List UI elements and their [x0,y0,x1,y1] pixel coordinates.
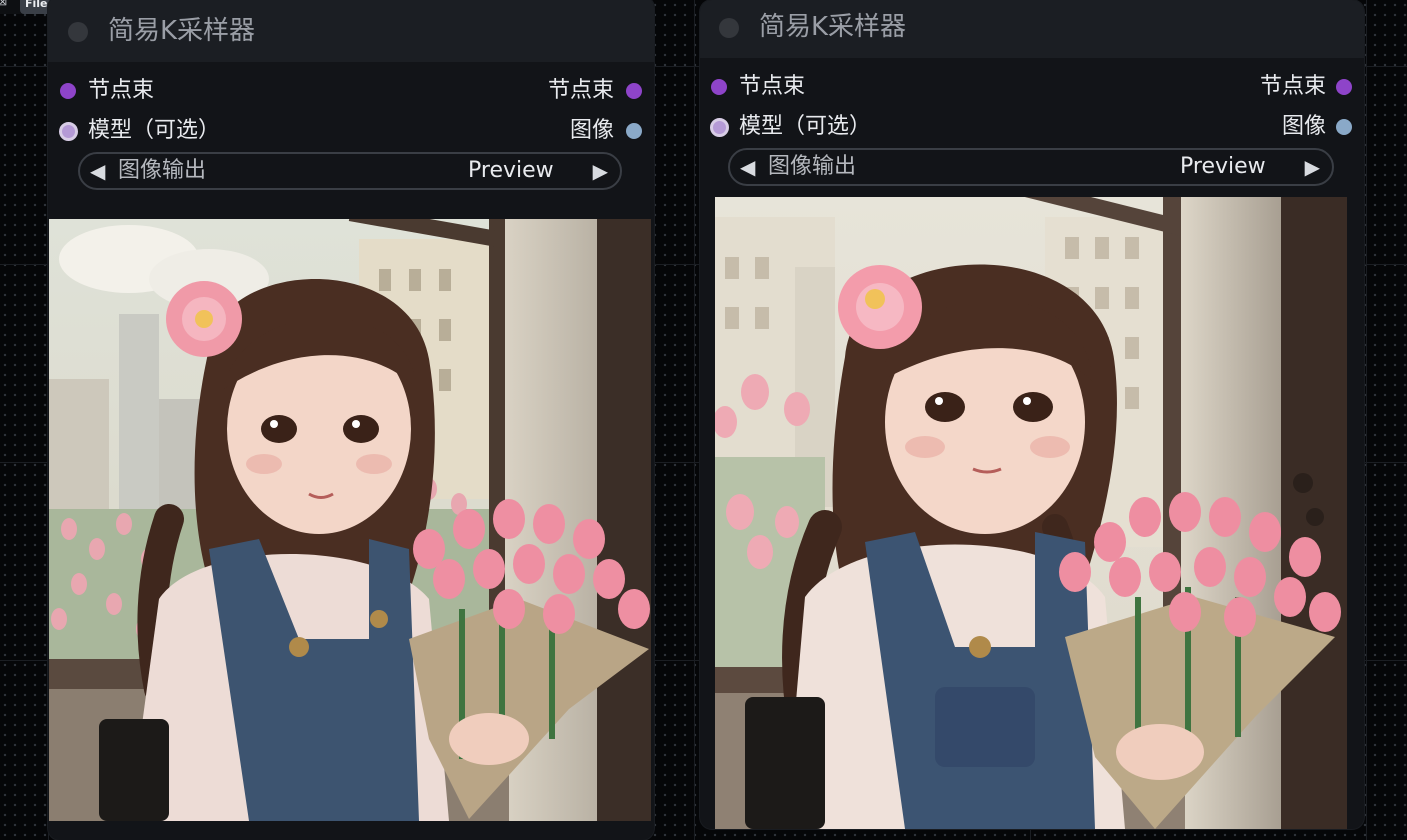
canvas-grid-line [1366,0,1367,840]
combo-value: Preview [1180,154,1266,179]
image-output-combo[interactable]: ◀ 图像输出 Preview ▶ [728,148,1334,186]
collapse-dot-icon[interactable] [68,22,88,42]
slot-row-model-image: 模型（可选） 图像 [700,112,1364,142]
ksampler-node-2[interactable]: 简易K采样器 节点束 节点束 模型（可选） 图像 ◀ 图像输出 Preview … [700,0,1364,829]
output-slot-dot-icon[interactable] [626,123,642,139]
input-model-label: 模型（可选） [739,114,872,139]
output-image-label: 图像 [1281,114,1326,139]
preview-image-art [715,197,1347,829]
output-bundle-label: 节点束 [547,78,614,103]
input-slot-dot-icon[interactable] [710,118,729,137]
node-title-bar[interactable]: 简易K采样器 [48,0,654,62]
collapse-dot-icon[interactable] [719,18,739,38]
slot-row-model-image: 模型（可选） 图像 [48,116,654,146]
input-slot-dot-icon[interactable] [60,83,76,99]
preview-image [715,197,1347,829]
input-bundle-label: 节点束 [739,74,806,99]
node-title-bar[interactable]: 简易K采样器 [700,0,1364,58]
input-model-label: 模型（可选） [88,118,221,143]
file-menu-label: File [25,0,48,10]
output-slot-dot-icon[interactable] [1336,79,1352,95]
output-bundle-label: 节点束 [1259,74,1326,99]
node-title: 简易K采样器 [108,16,256,46]
image-output-combo[interactable]: ◀ 图像输出 Preview ▶ [78,152,622,190]
combo-label: 图像输出 [768,154,857,179]
comfy-canvas[interactable]: { "menu": { "file_label": "File", "file_… [0,0,1407,840]
arrow-left-icon[interactable]: ◀ [740,150,755,184]
arrow-right-icon[interactable]: ▶ [1305,150,1320,184]
collapse-icon[interactable]: ⊠ [0,0,10,8]
input-slot-dot-icon[interactable] [59,122,78,141]
combo-label: 图像输出 [118,158,207,183]
arrow-left-icon[interactable]: ◀ [90,154,105,188]
input-bundle-label: 节点束 [88,78,155,103]
combo-value: Preview [468,158,554,183]
ksampler-node-1[interactable]: 简易K采样器 节点束 节点束 模型（可选） 图像 ◀ 图像输出 Preview … [48,0,654,840]
canvas-grid-line [694,0,695,840]
output-image-label: 图像 [569,118,614,143]
preview-image [49,219,651,821]
node-title: 简易K采样器 [759,12,907,42]
input-slot-dot-icon[interactable] [711,79,727,95]
slot-row-bundle: 节点束 节点束 [48,76,654,106]
output-slot-dot-icon[interactable] [1336,119,1352,135]
output-slot-dot-icon[interactable] [626,83,642,99]
preview-image-art [49,219,651,821]
slot-row-bundle: 节点束 节点束 [700,72,1364,102]
arrow-right-icon[interactable]: ▶ [593,154,608,188]
